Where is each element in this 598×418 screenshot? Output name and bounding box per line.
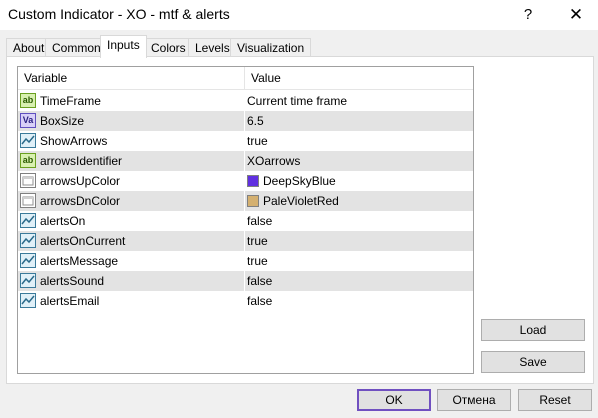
tab-inputs[interactable]: Inputs	[100, 35, 147, 58]
tab-colors[interactable]: Colors	[144, 38, 193, 57]
table-row[interactable]: alertsOn false	[18, 211, 473, 231]
reset-button[interactable]: Reset	[518, 389, 592, 411]
variable-value[interactable]: false	[247, 291, 272, 311]
variable-column-header[interactable]: Variable	[18, 67, 67, 89]
color-swatch	[247, 175, 259, 187]
variable-value[interactable]: true	[247, 231, 268, 251]
window-title: Custom Indicator - XO - mtf & alerts	[8, 6, 230, 22]
help-button[interactable]: ?	[508, 2, 548, 28]
bool-type-icon	[20, 133, 36, 148]
table-row[interactable]: arrowsUpColor DeepSkyBlue	[18, 171, 473, 191]
table-row[interactable]: alertsEmail false	[18, 291, 473, 311]
variable-value[interactable]: PaleVioletRed	[247, 191, 339, 211]
variable-value[interactable]: true	[247, 251, 268, 271]
variable-name: arrowsIdentifier	[40, 154, 123, 168]
variable-name: alertsSound	[40, 274, 105, 288]
variable-name: alertsEmail	[40, 294, 100, 308]
table-row[interactable]: alertsSound false	[18, 271, 473, 291]
variable-value[interactable]: XOarrows	[247, 151, 300, 171]
variable-value[interactable]: true	[247, 131, 268, 151]
grid-rows: ab TimeFrame Current time frame Va BoxSi…	[18, 91, 473, 311]
variable-value[interactable]: Current time frame	[247, 91, 347, 111]
load-button[interactable]: Load	[481, 319, 585, 341]
table-row[interactable]: ab arrowsIdentifier XOarrows	[18, 151, 473, 171]
bool-type-icon	[20, 253, 36, 268]
double-type-icon: Va	[20, 113, 36, 128]
table-row[interactable]: Va BoxSize 6.5	[18, 111, 473, 131]
table-row[interactable]: ab TimeFrame Current time frame	[18, 91, 473, 111]
bool-type-icon	[20, 273, 36, 288]
color-type-icon	[20, 193, 36, 208]
variable-value[interactable]: 6.5	[247, 111, 264, 131]
tab-common[interactable]: Common	[45, 38, 108, 57]
table-row[interactable]: ShowArrows true	[18, 131, 473, 151]
bool-type-icon	[20, 213, 36, 228]
ok-button[interactable]: OK	[357, 389, 431, 411]
variable-name: alertsOnCurrent	[40, 234, 126, 248]
bool-type-icon	[20, 293, 36, 308]
string-type-icon: ab	[20, 153, 36, 168]
variable-value[interactable]: DeepSkyBlue	[247, 171, 336, 191]
color-type-icon	[20, 173, 36, 188]
variable-name: alertsOn	[40, 214, 86, 228]
save-button[interactable]: Save	[481, 351, 585, 373]
grid-header: Variable Value	[18, 67, 473, 90]
variable-name: alertsMessage	[40, 254, 119, 268]
table-row[interactable]: alertsOnCurrent true	[18, 231, 473, 251]
cancel-button[interactable]: Отмена	[437, 389, 511, 411]
inputs-grid: Variable Value ab TimeFrame Current time…	[17, 66, 474, 374]
variable-name: arrowsUpColor	[40, 174, 121, 188]
tab-visualization[interactable]: Visualization	[230, 38, 312, 57]
title-bar: Custom Indicator - XO - mtf & alerts ? ✕	[0, 0, 598, 30]
variable-value[interactable]: false	[247, 271, 272, 291]
table-row[interactable]: arrowsDnColor PaleVioletRed	[18, 191, 473, 211]
close-button[interactable]: ✕	[556, 2, 596, 28]
variable-name: BoxSize	[40, 114, 85, 128]
variable-name: arrowsDnColor	[40, 194, 121, 208]
color-swatch	[247, 195, 259, 207]
bool-type-icon	[20, 233, 36, 248]
variable-value[interactable]: false	[247, 211, 272, 231]
variable-name: TimeFrame	[40, 94, 101, 108]
table-row[interactable]: alertsMessage true	[18, 251, 473, 271]
string-type-icon: ab	[20, 93, 36, 108]
value-column-header[interactable]: Value	[245, 67, 281, 89]
variable-name: ShowArrows	[40, 134, 108, 148]
